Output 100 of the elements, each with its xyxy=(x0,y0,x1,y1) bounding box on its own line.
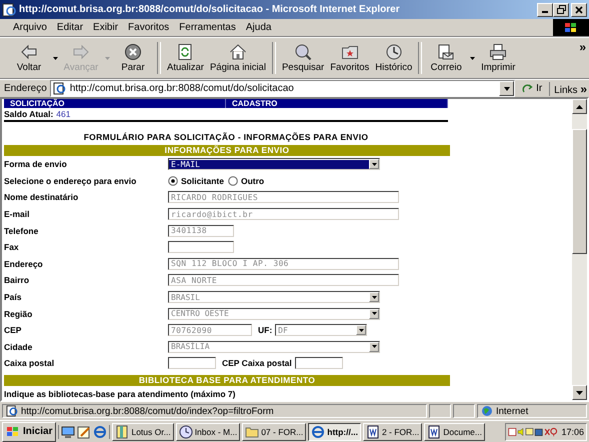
home-icon xyxy=(228,43,247,61)
section-header: INFORMAÇÕES PARA ENVIO xyxy=(4,145,450,156)
taskbar-button[interactable]: Docume... xyxy=(424,422,485,440)
folder-star-icon xyxy=(340,43,359,61)
menu-item[interactable]: Ajuda xyxy=(240,22,276,33)
instruction-text: Indique as bibliotecas-base para atendimento (máximo 7) xyxy=(4,388,236,399)
field-label: CEP xyxy=(4,325,22,336)
taskbar-button[interactable]: Lotus Or... xyxy=(112,422,174,440)
address-field[interactable]: http://comut.brisa.org.br:8088/comut/do/solicitacao xyxy=(50,80,516,97)
input-field[interactable] xyxy=(294,357,343,370)
scroll-up-button[interactable] xyxy=(572,99,587,114)
toolbar-button[interactable]: Página inicial xyxy=(206,39,269,77)
restore-icon xyxy=(556,5,566,14)
menu-item[interactable]: Ferramentas xyxy=(174,22,241,33)
toolbar-button[interactable]: Parar xyxy=(112,39,154,77)
close-button[interactable] xyxy=(571,2,587,16)
form-title: FORMULÁRIO PARA SOLICITAÇÃO - INFORMAÇÕES PARA ENVIO xyxy=(82,132,370,142)
menu-item[interactable]: Editar xyxy=(52,22,88,33)
nav-tab[interactable]: SOLICITAÇÃO xyxy=(4,99,226,108)
radio-button[interactable] xyxy=(228,176,238,186)
caret-icon xyxy=(504,86,510,90)
caret-icon[interactable] xyxy=(52,56,58,60)
balance-label: Saldo Atual: xyxy=(4,109,54,119)
down-arrow-icon xyxy=(576,390,583,394)
windows-logo-icon xyxy=(6,426,20,438)
go-button[interactable]: Ir xyxy=(518,82,546,94)
search-icon xyxy=(294,43,312,61)
browser-e-icon xyxy=(311,424,326,438)
page-icon xyxy=(6,405,18,417)
scrollbar-thumb[interactable] xyxy=(572,129,587,254)
security-zone: Internet xyxy=(477,404,587,418)
field-label: Telefone xyxy=(4,226,40,236)
toolbar-button[interactable]: Correio xyxy=(425,39,468,77)
document-icon xyxy=(366,424,380,438)
desktop-icon[interactable] xyxy=(61,424,76,438)
radio-button[interactable] xyxy=(168,176,178,186)
go-arrow-icon xyxy=(522,82,534,94)
minimize-button[interactable] xyxy=(537,2,553,16)
browser-e-icon[interactable] xyxy=(93,424,108,438)
refresh-icon xyxy=(176,43,194,61)
tray-icons-drawing xyxy=(508,426,558,436)
field-label: Forma de envio xyxy=(4,159,68,170)
toolbar-button[interactable]: Voltar xyxy=(8,39,50,77)
section-header: BIBLIOTECA BASE PARA ATENDIMENTO xyxy=(4,374,450,386)
clock: 17:06 xyxy=(561,426,584,436)
input-field[interactable] xyxy=(168,357,216,370)
caret-icon xyxy=(372,312,376,316)
menu-item[interactable]: Arquivo xyxy=(8,22,52,33)
field-label: UF: xyxy=(258,325,272,336)
links-button[interactable]: Links » xyxy=(549,82,587,96)
scroll-down-button[interactable] xyxy=(572,385,587,400)
balance-value: 461 xyxy=(56,109,70,119)
field-label: Região xyxy=(4,308,34,319)
more-buttons[interactable]: » xyxy=(576,38,589,56)
menu-item[interactable]: Exibir xyxy=(88,22,124,33)
history-icon xyxy=(384,43,403,61)
printer-icon xyxy=(489,43,508,61)
status-panel xyxy=(429,404,451,418)
field-label: Bairro xyxy=(4,275,30,286)
taskbar-button[interactable]: Inbox - M... xyxy=(176,422,240,440)
minimize-icon xyxy=(542,11,548,13)
field-label: Nome destinatário xyxy=(4,192,80,202)
field-label: Endereço xyxy=(4,258,44,269)
field-label: CEP Caixa postal xyxy=(222,358,292,368)
caret-icon xyxy=(372,162,376,166)
restore-button[interactable] xyxy=(553,2,569,16)
pencil-icon[interactable] xyxy=(77,424,92,438)
taskbar-button[interactable]: 07 - FOR... xyxy=(242,422,306,440)
toolbar-button[interactable]: Imprimir xyxy=(477,39,520,77)
start-button[interactable]: Iniciar xyxy=(2,422,56,442)
field-label: E-mail xyxy=(4,209,31,220)
toolbar-button[interactable]: Favoritos xyxy=(327,39,372,77)
book-icon xyxy=(115,424,130,438)
close-icon xyxy=(575,6,583,14)
mail-icon xyxy=(437,43,456,61)
field-label: Caixa postal xyxy=(4,358,56,368)
toolbar-button[interactable]: Pesquisar xyxy=(278,39,328,77)
windows-logo-icon xyxy=(553,19,589,36)
field-label: País xyxy=(4,292,22,302)
folder-icon xyxy=(245,424,260,438)
taskbar-button[interactable]: http://... xyxy=(308,422,361,440)
page-icon xyxy=(52,82,66,95)
toolbar-button[interactable]: Atualizar xyxy=(164,39,207,77)
nav-tab[interactable]: CADASTRO xyxy=(226,99,448,108)
field-label: Fax xyxy=(4,242,20,252)
toolbar-button[interactable]: Histórico xyxy=(372,39,416,77)
caret-icon xyxy=(372,296,376,299)
taskbar-button[interactable]: 2 - FOR... xyxy=(362,422,422,440)
up-arrow-icon xyxy=(576,104,583,108)
document-icon xyxy=(427,424,442,438)
status-panel xyxy=(453,404,475,418)
dropdown-field[interactable]: E-MAIL xyxy=(168,158,380,170)
input-field[interactable] xyxy=(168,241,234,254)
address-label: Endereço xyxy=(4,83,47,94)
browser-page-icon xyxy=(2,2,16,16)
menu-item[interactable]: Favoritos xyxy=(123,22,174,33)
clock-icon xyxy=(178,424,193,438)
caret-icon[interactable] xyxy=(470,56,475,60)
caret-icon xyxy=(372,345,376,348)
status-text: http://comut.brisa.org.br:8088/comut/do/index?op=filtroForm xyxy=(2,404,427,418)
